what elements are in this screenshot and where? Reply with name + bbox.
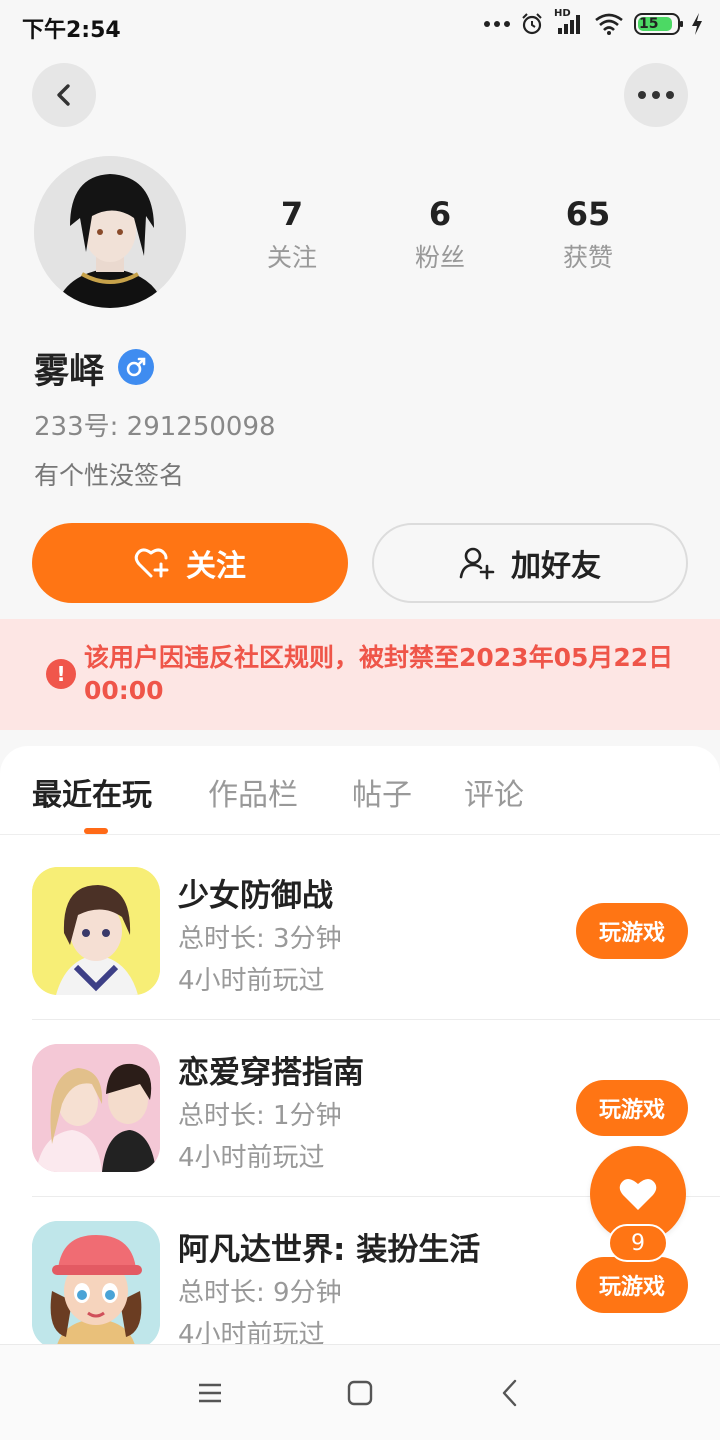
add-user-icon [459, 547, 495, 580]
home-square-icon [347, 1380, 373, 1406]
follow-label: 关注 [186, 549, 246, 584]
charging-icon [692, 13, 702, 35]
nav-home-button[interactable] [312, 1345, 408, 1440]
avatar[interactable] [34, 156, 186, 308]
game-title-1[interactable]: 少女防御战 [178, 870, 333, 915]
tabs-divider [0, 834, 720, 835]
ban-notice-text: 该用户因违反社区规则，被封禁至2023年05月22日 00:00 [84, 643, 674, 705]
username: 雾峄 [34, 352, 105, 392]
stat-following[interactable]: 7 关注 [232, 194, 352, 274]
status-icons: HD 15 [484, 8, 704, 36]
add-friend-label: 加好友 [511, 549, 601, 584]
game-last-played-1: 4小时前玩过 [178, 966, 325, 996]
back-arrow-icon [502, 1379, 517, 1407]
stat-followers[interactable]: 6 粉丝 [380, 194, 500, 274]
status-bar: 下午2:54 HD 15 [0, 0, 720, 52]
play-game-button-2[interactable]: 玩游戏 [576, 1080, 688, 1136]
battery-level: 15 [639, 16, 659, 32]
stat-following-value: 7 [280, 195, 304, 233]
add-friend-button[interactable]: 加好友 [372, 523, 688, 603]
more-dots-icon [484, 21, 510, 27]
user-signature: 有个性没签名 [34, 461, 185, 490]
game-title-2[interactable]: 恋爱穿搭指南 [178, 1047, 364, 1092]
game-icon-1[interactable] [32, 867, 160, 995]
row-divider [32, 1019, 720, 1020]
game-duration-3: 总时长: 9分钟 [178, 1278, 342, 1308]
tab-recently-played[interactable]: 最近在玩 [32, 770, 152, 814]
nav-back-button[interactable] [462, 1345, 558, 1440]
game-title-3[interactable]: 阿凡达世界: 装扮生活 [178, 1224, 480, 1269]
signal-icon: HD [554, 8, 584, 36]
game-duration-2: 总时长: 1分钟 [178, 1101, 342, 1131]
stat-likes[interactable]: 65 获赞 [528, 194, 648, 274]
game-icon-2[interactable] [32, 1044, 160, 1172]
play-game-button-1[interactable]: 玩游戏 [576, 903, 688, 959]
user-id: 233号: 291250098 [34, 412, 276, 442]
tab-comments[interactable]: 评论 [464, 770, 524, 814]
menu-icon [199, 1383, 221, 1403]
heart-icon [619, 1178, 657, 1210]
status-time: 下午2:54 [22, 18, 121, 43]
male-icon [118, 349, 154, 385]
tab-posts[interactable]: 帖子 [352, 770, 412, 814]
more-horizontal-icon [638, 91, 674, 99]
alert-icon: ! [46, 659, 76, 689]
game-duration-1: 总时长: 3分钟 [178, 924, 342, 954]
stat-likes-value: 65 [565, 195, 611, 233]
tab-works[interactable]: 作品栏 [208, 770, 298, 814]
chevron-left-icon [57, 84, 70, 106]
nav-menu-button[interactable] [162, 1345, 258, 1440]
stat-followers-label: 粉丝 [414, 243, 465, 272]
follow-button[interactable]: 关注 [32, 523, 348, 603]
wifi-icon [595, 13, 623, 35]
more-options-button[interactable] [624, 63, 688, 127]
play-game-button-3[interactable]: 玩游戏 [576, 1257, 688, 1313]
heart-plus-icon [134, 548, 169, 578]
battery-icon: 15 [634, 13, 683, 35]
stat-followers-value: 6 [428, 195, 452, 233]
system-nav-bar [0, 1344, 720, 1440]
back-button[interactable] [32, 63, 96, 127]
game-last-played-2: 4小时前玩过 [178, 1143, 325, 1173]
alarm-icon [522, 13, 542, 35]
stat-following-label: 关注 [266, 243, 317, 272]
stat-likes-label: 获赞 [562, 243, 613, 272]
game-icon-3[interactable] [32, 1221, 160, 1349]
like-count-badge: 9 [608, 1224, 668, 1262]
